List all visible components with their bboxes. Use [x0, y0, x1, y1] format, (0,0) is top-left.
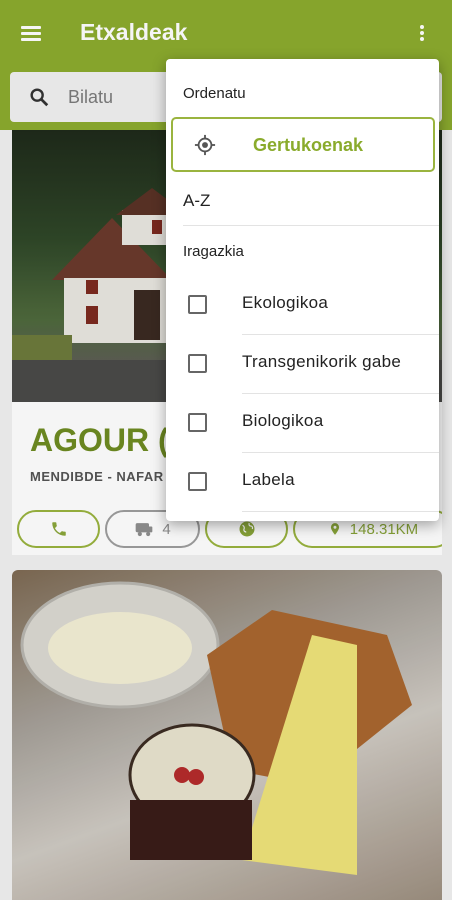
filter-checkbox[interactable]: [188, 354, 207, 373]
sort-option-label: Gertukoenak: [253, 135, 364, 155]
filter-label: Ekologikoa: [242, 293, 329, 312]
filter-item-transgenikorik-gabe[interactable]: Transgenikorik gabe: [166, 334, 439, 393]
filter-label: Labela: [242, 470, 295, 489]
filter-checkbox[interactable]: [188, 295, 207, 314]
sort-option-az[interactable]: A-Z: [183, 191, 210, 211]
filter-checkbox[interactable]: [188, 413, 207, 432]
filter-label: Biologikoa: [242, 411, 324, 430]
my-location-icon: [194, 134, 216, 156]
divider: [242, 511, 439, 512]
divider: [183, 225, 439, 226]
sort-filter-menu: Ordenatu Gertukoenak A-Z Iragazkia Ekolo…: [166, 59, 439, 521]
filter-label: Transgenikorik gabe: [242, 352, 402, 371]
filter-checkbox[interactable]: [188, 472, 207, 491]
filter-item-ekologikoa[interactable]: Ekologikoa: [166, 275, 439, 334]
sort-header: Ordenatu: [183, 85, 246, 102]
filter-item-labela[interactable]: Labela: [166, 452, 439, 511]
sort-option-nearest[interactable]: Gertukoenak: [171, 117, 435, 172]
filter-item-biologikoa[interactable]: Biologikoa: [166, 393, 439, 452]
filter-header: Iragazkia: [183, 243, 244, 260]
